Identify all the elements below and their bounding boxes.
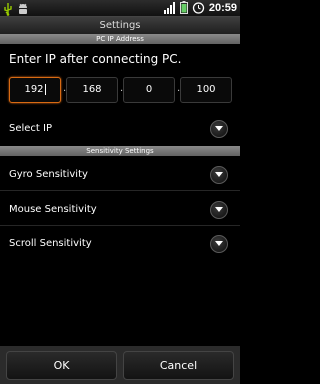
text-caret [44,83,46,95]
gyro-sensitivity-row[interactable]: Gyro Sensitivity [0,159,240,191]
mouse-sensitivity-label: Mouse Sensitivity [9,204,97,215]
ip-octet-3-input[interactable]: 0 [123,77,175,103]
mouse-sensitivity-row[interactable]: Mouse Sensitivity [0,194,240,226]
select-ip-label: Select IP [9,123,53,134]
alarm-icon [192,0,205,18]
ip-octet-1-input[interactable]: 192 [9,77,61,103]
chevron-down-icon [215,207,223,212]
pc-ip-section-header: PC IP Address [0,34,240,44]
ip-octet-2-input[interactable]: 168 [66,77,118,103]
ip-octet-4-input[interactable]: 100 [180,77,232,103]
row-divider [0,225,240,226]
mouse-sensitivity-dropdown-button[interactable] [210,201,228,219]
status-bar: 20:59 [0,0,240,17]
chevron-down-icon [215,241,223,246]
gyro-sensitivity-label: Gyro Sensitivity [9,169,88,180]
select-ip-dropdown-button[interactable] [210,120,228,138]
battery-icon [179,0,188,18]
status-time: 20:59 [208,2,237,14]
dialog-button-bar: OK Cancel [0,346,240,384]
cancel-button[interactable]: Cancel [123,351,234,380]
chevron-down-icon [215,126,223,131]
scroll-sensitivity-row[interactable]: Scroll Sensitivity [0,228,240,260]
chevron-down-icon [215,172,223,177]
row-divider [0,190,240,191]
signal-icon [163,0,176,18]
sensitivity-section-header: Sensitivity Settings [0,146,240,156]
scroll-sensitivity-label: Scroll Sensitivity [9,238,92,249]
gyro-sensitivity-dropdown-button[interactable] [210,166,228,184]
ok-button[interactable]: OK [6,351,117,380]
select-ip-row[interactable]: Select IP [0,113,240,145]
ip-instruction-text: Enter IP after connecting PC. [9,52,182,66]
window-title: Settings [0,17,240,34]
scroll-sensitivity-dropdown-button[interactable] [210,235,228,253]
